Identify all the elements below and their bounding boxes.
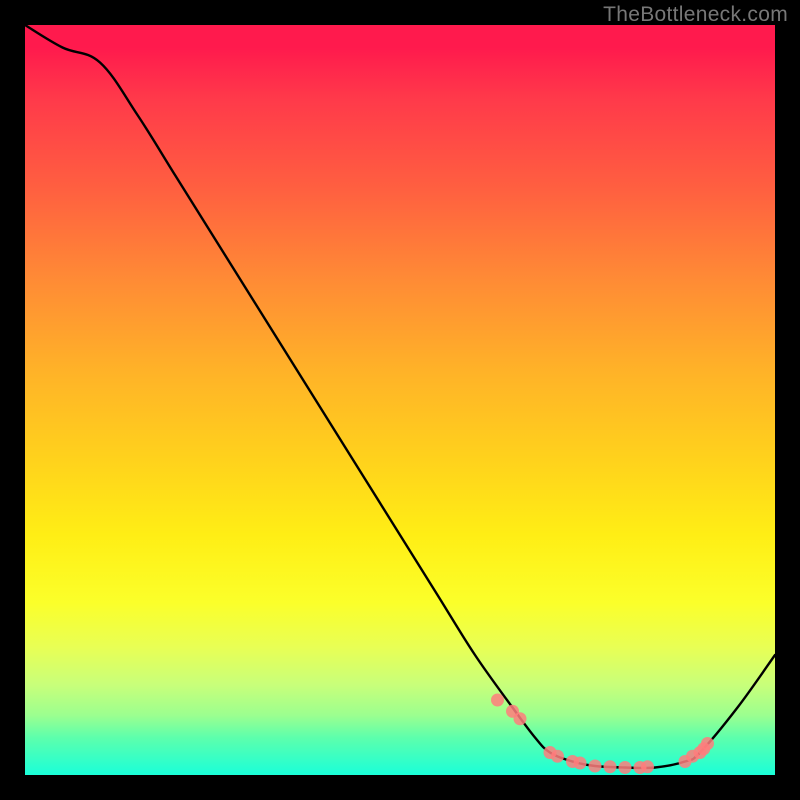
chart-svg [25, 25, 775, 775]
marker-dot [574, 757, 587, 770]
marker-dot [551, 750, 564, 763]
watermark-text: TheBottleneck.com [603, 3, 788, 27]
chart-frame: TheBottleneck.com [0, 0, 800, 800]
marker-dot [604, 760, 617, 773]
marker-dot [701, 737, 714, 750]
highlighted-points-group [491, 694, 714, 775]
bottleneck-curve-line [25, 25, 775, 768]
marker-dot [491, 694, 504, 707]
marker-dot [641, 760, 654, 773]
marker-dot [589, 760, 602, 773]
marker-dot [619, 761, 632, 774]
plot-area [25, 25, 775, 775]
marker-dot [514, 712, 527, 725]
